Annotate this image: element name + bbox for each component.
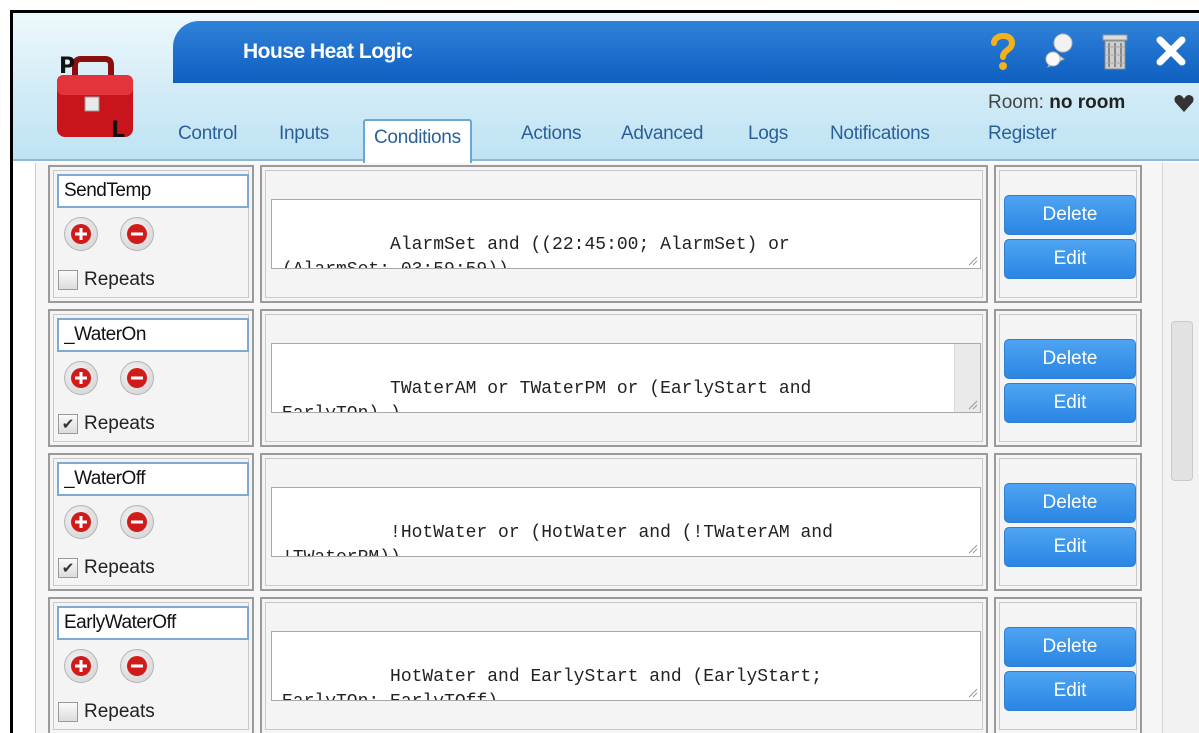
add-icon[interactable] bbox=[64, 217, 98, 251]
edit-button[interactable]: Edit bbox=[1004, 527, 1136, 567]
edit-button[interactable]: Edit bbox=[1004, 671, 1136, 711]
repeats-option: Repeats bbox=[58, 269, 155, 291]
repeats-label: Repeats bbox=[84, 269, 155, 290]
app-window: House Heat Logic P L Room: no room Contr… bbox=[10, 10, 1199, 733]
repeats-label: Repeats bbox=[84, 413, 155, 434]
edit-button[interactable]: Edit bbox=[1004, 383, 1136, 423]
edit-button[interactable]: Edit bbox=[1004, 239, 1136, 279]
condition-actions-cell: Delete Edit bbox=[994, 453, 1142, 591]
tab-actions[interactable]: Actions bbox=[521, 123, 582, 145]
condition-expression-text: TWaterAM or TWaterPM or (EarlyStart and … bbox=[282, 379, 812, 412]
condition-row: Repeats AlarmSet and ((22:45:00; AlarmSe… bbox=[48, 165, 1162, 307]
checkmark-icon: ✔ bbox=[61, 416, 75, 433]
repeats-label: Repeats bbox=[84, 557, 155, 578]
tab-advanced[interactable]: Advanced bbox=[621, 123, 703, 145]
condition-name-cell: Repeats bbox=[48, 165, 254, 303]
condition-name-cell: ✔ Repeats bbox=[48, 309, 254, 447]
remove-icon[interactable] bbox=[120, 361, 154, 395]
svg-text:P: P bbox=[59, 54, 75, 79]
tab-inputs[interactable]: Inputs bbox=[279, 123, 329, 145]
condition-expression-text: HotWater and EarlyStart and (EarlyStart;… bbox=[282, 667, 823, 700]
tab-conditions[interactable]: Conditions bbox=[363, 119, 472, 165]
condition-name-input[interactable] bbox=[57, 318, 249, 352]
condition-row: Repeats HotWater and EarlyStart and (Ear… bbox=[48, 597, 1162, 733]
condition-row: ✔ Repeats TWaterAM or TWaterPM or (Early… bbox=[48, 309, 1162, 451]
trash-icon[interactable] bbox=[1094, 29, 1136, 73]
repeats-option: ✔ Repeats bbox=[58, 557, 155, 579]
title-bar: House Heat Logic bbox=[173, 21, 1199, 83]
tab-control[interactable]: Control bbox=[178, 123, 237, 145]
resize-grip-icon[interactable] bbox=[966, 686, 978, 698]
add-icon[interactable] bbox=[64, 361, 98, 395]
condition-expression-textarea[interactable]: !HotWater or (HotWater and (!TWaterAM an… bbox=[271, 487, 981, 557]
condition-expression-text: AlarmSet and ((22:45:00; AlarmSet) or (A… bbox=[282, 235, 790, 268]
help-icon[interactable] bbox=[982, 29, 1024, 73]
condition-expression-cell: HotWater and EarlyStart and (EarlyStart;… bbox=[260, 597, 988, 733]
condition-expression-cell: TWaterAM or TWaterPM or (EarlyStart and … bbox=[260, 309, 988, 447]
repeats-checkbox[interactable]: ✔ bbox=[58, 558, 78, 578]
room-label: Room: bbox=[988, 92, 1044, 113]
heart-dropdown-icon[interactable] bbox=[1173, 93, 1195, 115]
condition-expression-text: !HotWater or (HotWater and (!TWaterAM an… bbox=[282, 523, 833, 556]
condition-name-input[interactable] bbox=[57, 462, 249, 496]
repeats-checkbox[interactable] bbox=[58, 702, 78, 722]
title-bar-icons bbox=[982, 29, 1192, 73]
resize-grip-icon[interactable] bbox=[966, 398, 978, 410]
checkmark-icon: ✔ bbox=[61, 560, 75, 577]
room-indicator: Room: no room bbox=[988, 92, 1125, 114]
resize-grip-icon[interactable] bbox=[966, 542, 978, 554]
repeats-checkbox[interactable] bbox=[58, 270, 78, 290]
condition-name-cell: Repeats bbox=[48, 597, 254, 733]
delete-button[interactable]: Delete bbox=[1004, 627, 1136, 667]
condition-name-input[interactable] bbox=[57, 606, 249, 640]
delete-button[interactable]: Delete bbox=[1004, 195, 1136, 235]
tab-register[interactable]: Register bbox=[988, 123, 1057, 145]
tab-bar: Control Inputs Conditions Actions Advanc… bbox=[13, 117, 1199, 165]
tab-notifications[interactable]: Notifications bbox=[830, 123, 930, 145]
add-icon[interactable] bbox=[64, 649, 98, 683]
room-value: no room bbox=[1049, 92, 1126, 113]
resize-grip-icon[interactable] bbox=[966, 254, 978, 266]
condition-actions-cell: Delete Edit bbox=[994, 309, 1142, 447]
repeats-option: ✔ Repeats bbox=[58, 413, 155, 435]
repeats-option: Repeats bbox=[58, 701, 155, 723]
condition-actions-cell: Delete Edit bbox=[994, 597, 1142, 733]
header: House Heat Logic P L Room: no room Contr… bbox=[13, 13, 1199, 165]
condition-expression-cell: AlarmSet and ((22:45:00; AlarmSet) or (A… bbox=[260, 165, 988, 303]
repeats-label: Repeats bbox=[84, 701, 155, 722]
page-scrollbar-thumb[interactable] bbox=[1171, 321, 1193, 481]
add-icon[interactable] bbox=[64, 505, 98, 539]
remove-icon[interactable] bbox=[120, 505, 154, 539]
tab-logs[interactable]: Logs bbox=[748, 123, 788, 145]
remove-icon[interactable] bbox=[120, 217, 154, 251]
condition-actions-cell: Delete Edit bbox=[994, 165, 1142, 303]
condition-expression-textarea[interactable]: TWaterAM or TWaterPM or (EarlyStart and … bbox=[271, 343, 981, 413]
pin-icon[interactable] bbox=[1038, 29, 1080, 73]
condition-name-cell: ✔ Repeats bbox=[48, 453, 254, 591]
conditions-list: Repeats AlarmSet and ((22:45:00; AlarmSe… bbox=[35, 163, 1199, 733]
repeats-checkbox[interactable]: ✔ bbox=[58, 414, 78, 434]
close-icon[interactable] bbox=[1150, 29, 1192, 73]
condition-expression-textarea[interactable]: AlarmSet and ((22:45:00; AlarmSet) or (A… bbox=[271, 199, 981, 269]
condition-name-input[interactable] bbox=[57, 174, 249, 208]
condition-expression-textarea[interactable]: HotWater and EarlyStart and (EarlyStart;… bbox=[271, 631, 981, 701]
delete-button[interactable]: Delete bbox=[1004, 339, 1136, 379]
condition-expression-cell: !HotWater or (HotWater and (!TWaterAM an… bbox=[260, 453, 988, 591]
page-scrollbar[interactable] bbox=[1162, 163, 1199, 733]
app-title: House Heat Logic bbox=[243, 40, 413, 63]
remove-icon[interactable] bbox=[120, 649, 154, 683]
delete-button[interactable]: Delete bbox=[1004, 483, 1136, 523]
condition-row: ✔ Repeats !HotWater or (HotWater and (!T… bbox=[48, 453, 1162, 595]
